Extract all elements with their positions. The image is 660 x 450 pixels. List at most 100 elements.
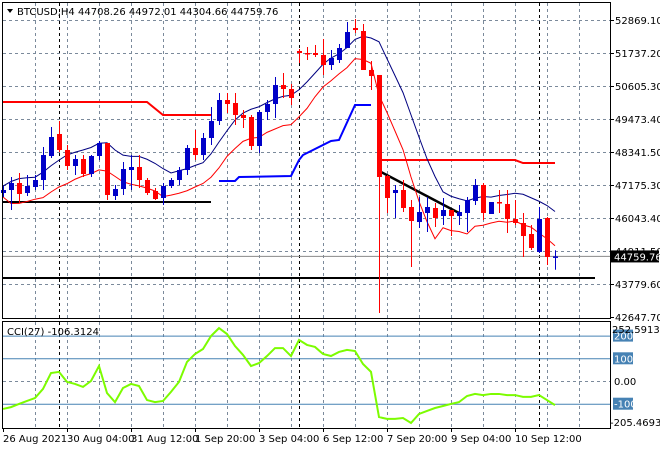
bear-candle [297,50,302,54]
bull-candle [73,159,78,167]
bull-candle [113,189,118,197]
bear-candle [17,183,22,194]
cci-label: CCI(27) -106.3124 [7,327,99,338]
bull-candle [169,180,174,187]
time-label: 31 Aug 12:00 [131,434,198,445]
bear-candle [369,70,374,77]
resistance-line [379,159,555,165]
time-label: 3 Sep 04:00 [259,434,319,445]
bull-candle [265,103,270,112]
price-label: 48341.50 [615,148,660,159]
bear-candle [449,210,454,217]
time-label: 10 Sep 12:00 [515,434,582,445]
bull-candle [185,147,190,171]
candles [1,19,558,314]
bull-candle [9,183,14,191]
bear-candle [321,54,326,66]
price-label: 51737.20 [615,49,660,60]
bull-candle [345,32,350,48]
bear-candle [353,28,358,31]
grid [3,3,610,428]
bear-candle [409,207,414,221]
time-label: 1 Sep 20:00 [195,434,255,445]
bear-candle [529,233,534,248]
ohlc-label: 44708.26 44972.01 44304.66 44759.76 [78,7,278,18]
bear-candle [385,176,390,198]
bear-candle [249,117,254,147]
bear-candle [313,53,318,55]
bull-candle [457,212,462,217]
bull-candle [489,202,494,214]
bear-candle [497,202,502,204]
time-label: 9 Sep 04:00 [451,434,511,445]
bear-candle [377,74,382,177]
bull-candle [537,219,542,252]
bear-candle [193,147,198,156]
bull-candle [49,137,54,157]
bull-candle [553,256,558,258]
price-label: 46043.40 [615,214,660,225]
cci-axis: 2001000.00-100252.5913-205.4693 [610,325,660,429]
bear-candle [305,53,310,55]
bull-candle [217,100,222,121]
bear-candle [105,143,110,195]
bull-candle [393,190,398,194]
bear-candle [65,150,70,167]
bull-candle [441,210,446,217]
bear-candle [241,114,246,118]
bear-candle [137,167,142,181]
bear-candle [233,103,238,115]
bull-candle [425,207,430,214]
price-label: 43779.60 [615,280,660,291]
bull-candle [1,190,6,194]
time-label: 30 Aug 04:00 [67,434,134,445]
price-label: 49473.40 [615,115,660,126]
bear-candle [433,207,438,218]
bear-candle [145,180,150,194]
symbol-label: BTCUSD,H4 [17,7,75,18]
bear-candle [361,30,366,71]
price-label: 50605.30 [615,82,660,93]
bull-candle [273,85,278,104]
bull-candle [25,186,30,194]
bull-candle [417,212,422,223]
bear-candle [225,100,230,104]
bull-candle [257,111,262,147]
price-label: 42647.70 [615,313,660,324]
bull-candle [121,169,126,190]
bull-candle [41,155,46,181]
bull-candle [33,180,38,187]
bear-candle [513,219,518,224]
cci-pane [2,326,610,425]
resistance-line [3,100,211,116]
bear-candle [81,159,86,174]
cci-level-label: -100 [614,400,637,411]
bull-candle [337,47,342,61]
bull-candle [465,200,470,214]
price-label: 52869.10 [615,16,660,27]
time-label: 26 Aug 2021 [3,434,67,445]
bull-candle [97,143,102,157]
collapse-triangle-icon[interactable] [7,9,13,13]
bear-candle [545,217,550,257]
bear-candle [521,223,526,237]
bull-candle [201,137,206,156]
price-axis[interactable]: 52869.10 51737.20 50605.30 49473.40 48341.50… [610,16,660,324]
bull-candle [129,167,134,171]
bull-candle [473,184,478,201]
time-label: 7 Sep 20:00 [387,434,447,445]
cci-line [2,326,556,425]
bear-candle [481,184,486,214]
time-axis[interactable]: 26 Aug 2021 30 Aug 04:0031 Aug 12:001 Sep… [3,428,582,445]
trading-chart[interactable]: BTCUSD,H4 44708.26 44972.01 44304.66 447… [0,0,660,450]
price-label: 47175.30 [615,181,660,192]
bear-candle [401,190,406,208]
current-price-label: 44759.76 [614,252,660,263]
bull-candle [209,120,214,138]
bull-candle [89,156,94,174]
bear-candle [57,133,62,151]
cci-min-label: -205.4693 [610,418,660,429]
bull-candle [329,57,334,66]
bull-candle [177,170,182,181]
bear-candle [153,190,158,200]
